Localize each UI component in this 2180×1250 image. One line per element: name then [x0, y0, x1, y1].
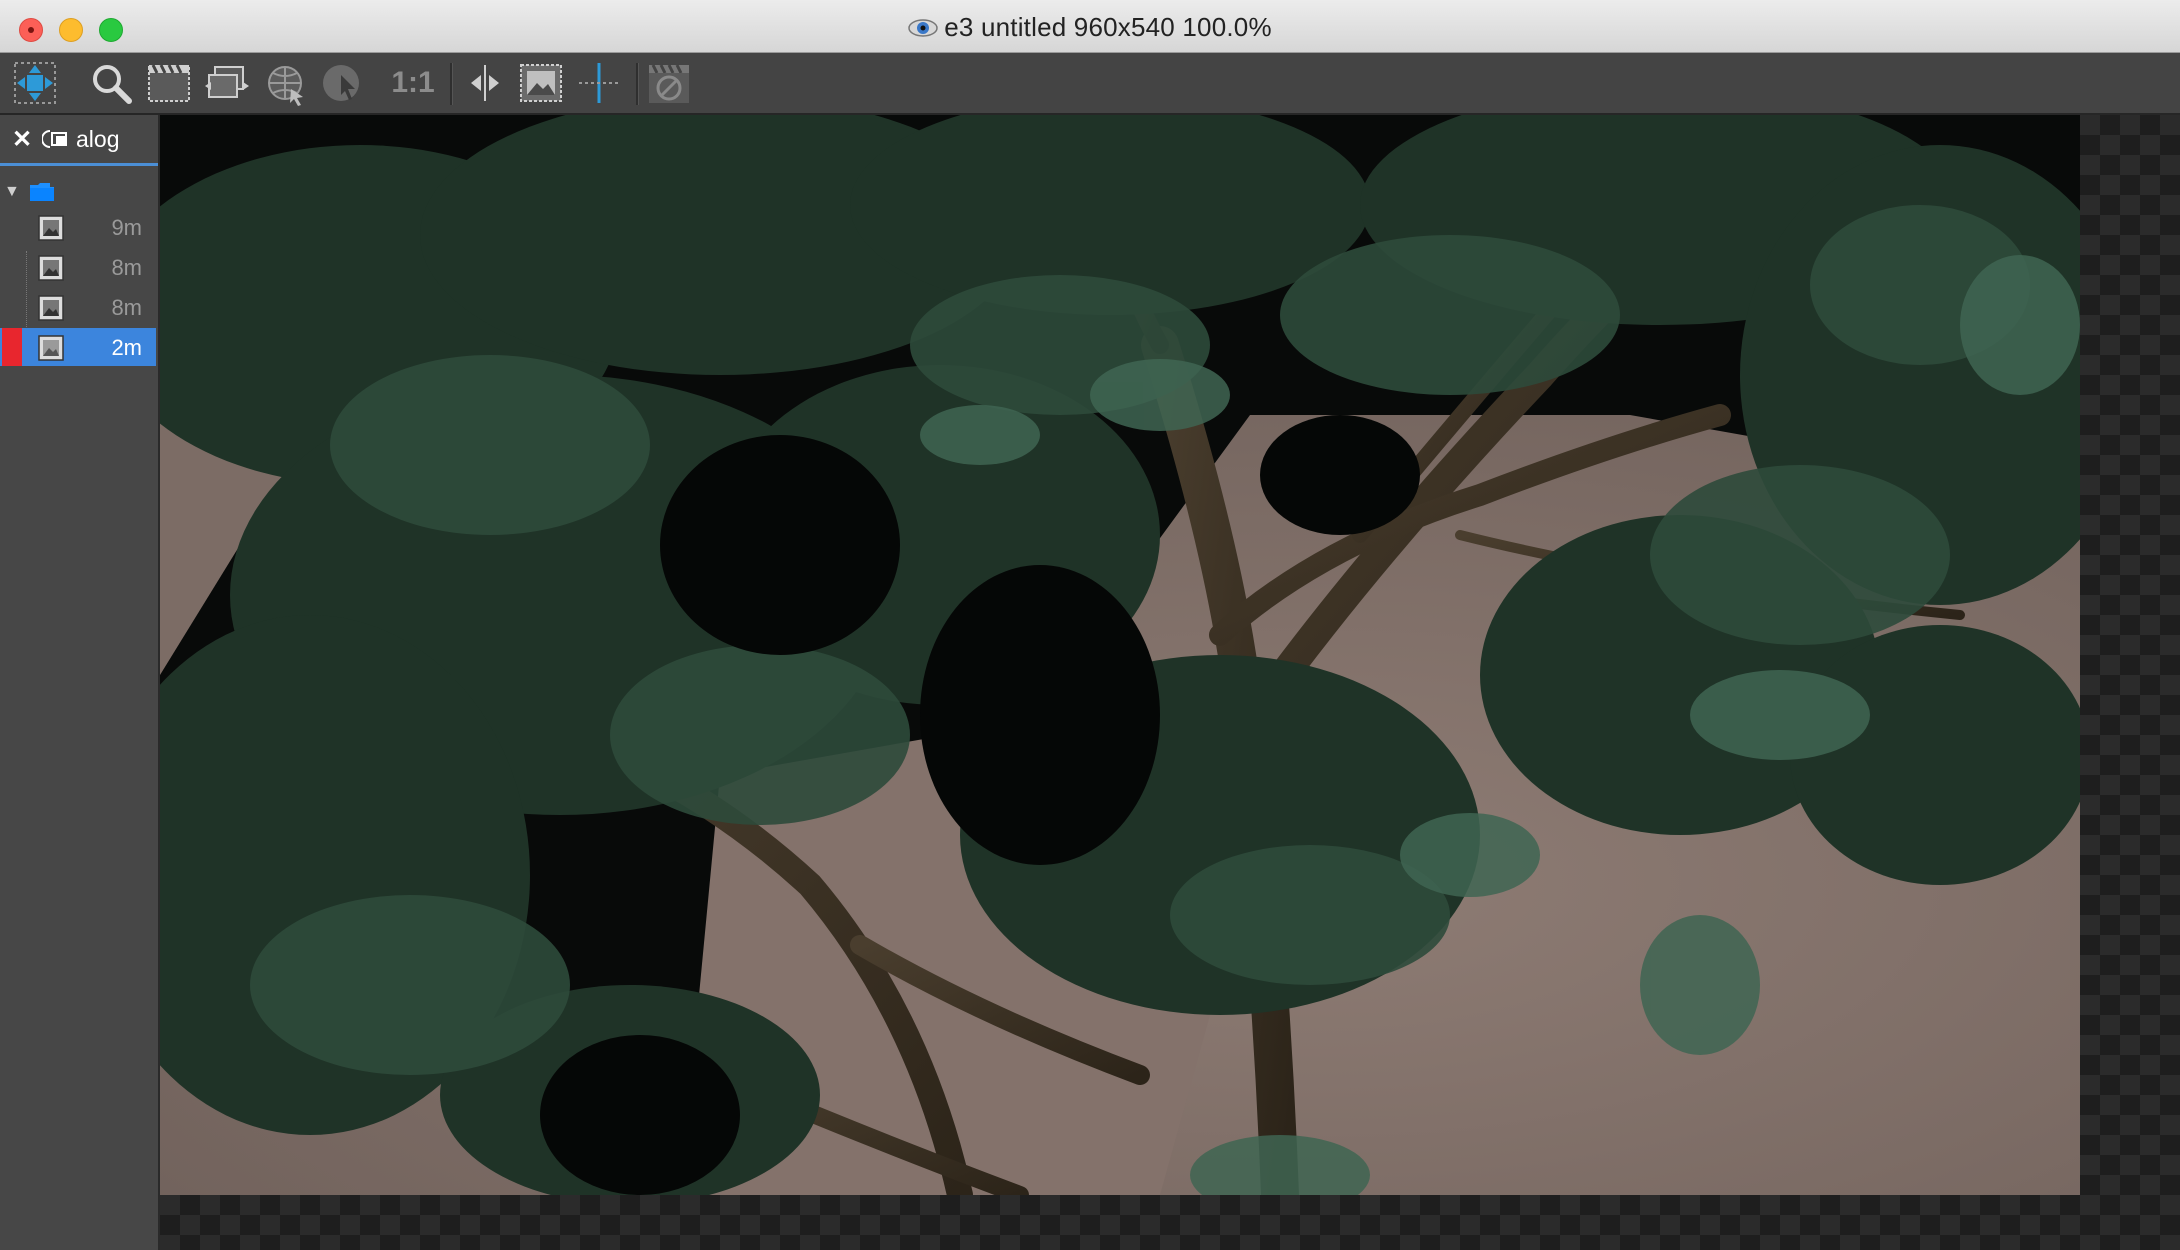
tree-render	[160, 115, 2080, 1195]
clapper-frame-icon	[148, 64, 190, 102]
catalog-image-item[interactable]: 8m	[0, 288, 156, 326]
catalog-image-item-selected[interactable]: 2m	[0, 328, 156, 366]
globe-icon	[268, 66, 303, 106]
move-tool-button[interactable]	[8, 57, 62, 109]
cursor-icon	[323, 65, 359, 101]
window-title: e3 untitled 960x540 100.0%	[0, 12, 2180, 43]
catalog-icon	[42, 130, 67, 148]
close-tab-icon[interactable]: ✕	[12, 125, 32, 154]
image-icon	[520, 64, 562, 102]
catalog-tab[interactable]: ✕ alog	[0, 115, 158, 166]
image-thumb-icon	[38, 295, 64, 321]
split-view-button[interactable]	[458, 57, 512, 109]
rendered-image	[160, 115, 2080, 1195]
image-catalog-panel: ✕ alog ▼ 9m 8m 8m 2m	[0, 115, 160, 1250]
layers-button[interactable]	[200, 57, 254, 109]
one-to-one-button[interactable]: 1:1	[386, 57, 440, 109]
image-view-button[interactable]	[514, 57, 568, 109]
render-viewport[interactable]	[160, 115, 2180, 1250]
image-thumb-icon	[38, 335, 64, 361]
crosshair-button[interactable]	[572, 57, 626, 109]
toolbar-divider-2	[636, 63, 639, 105]
current-marker	[2, 328, 22, 366]
layers-icon	[205, 66, 249, 98]
toolbar: 1:1	[0, 53, 2180, 115]
move-icon	[14, 62, 56, 104]
magnifier-icon	[93, 65, 132, 104]
title-bar: e3 untitled 960x540 100.0%	[0, 0, 2180, 53]
window-title-text: e3 untitled 960x540 100.0%	[944, 12, 1272, 42]
crosshair-icon	[579, 63, 619, 103]
render-time: 2m	[111, 335, 142, 360]
catalog-folder[interactable]: ▼	[0, 173, 158, 213]
catalog-image-item[interactable]: 8m	[0, 248, 156, 286]
one-to-one-label: 1:1	[391, 66, 435, 99]
render-button[interactable]	[642, 57, 696, 109]
folder-icon	[30, 183, 54, 201]
catalog-image-item[interactable]: 9m	[0, 208, 156, 246]
clapper-disabled-icon	[649, 64, 689, 103]
frame-button[interactable]	[142, 57, 196, 109]
expand-arrow-icon[interactable]: ▼	[4, 183, 20, 201]
eye-icon	[908, 19, 938, 37]
globe-button[interactable]	[258, 57, 312, 109]
image-thumb-icon	[38, 215, 64, 241]
render-time: 8m	[111, 255, 142, 280]
image-thumb-icon	[38, 255, 64, 281]
pick-button[interactable]	[316, 57, 370, 109]
zoom-tool-button[interactable]	[84, 57, 138, 109]
catalog-tab-label: alog	[76, 126, 120, 152]
toolbar-divider	[450, 63, 453, 105]
render-time: 8m	[111, 295, 142, 320]
render-time: 9m	[111, 215, 142, 240]
split-icon	[471, 65, 499, 101]
